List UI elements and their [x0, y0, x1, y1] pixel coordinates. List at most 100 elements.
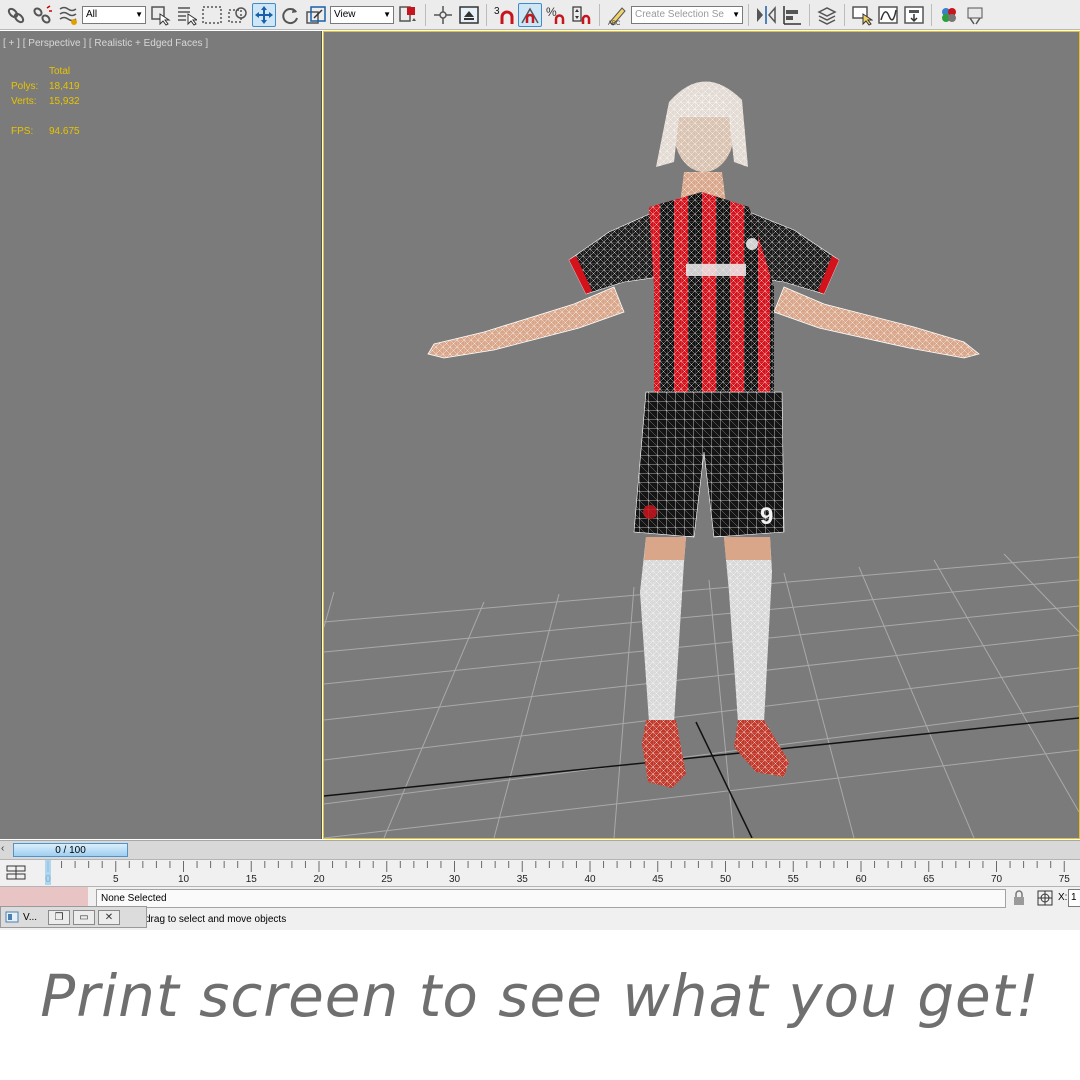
- minimized-window[interactable]: V... ❐ ▭ ✕: [0, 906, 147, 928]
- named-selection-set-placeholder: Create Selection Se: [635, 9, 724, 20]
- viewport-label[interactable]: [ + ] [ Perspective ] [ Realistic + Edge…: [3, 38, 208, 49]
- timeline-tick-label: 35: [517, 874, 529, 885]
- toolbar-separator: [748, 3, 749, 26]
- selection-filter-dropdown[interactable]: All ▼: [82, 5, 146, 24]
- time-slider[interactable]: ‹ 0 / 100: [0, 840, 1080, 859]
- manipulate-icon[interactable]: [431, 3, 455, 27]
- close-button[interactable]: ✕: [98, 909, 120, 925]
- time-slider-thumb[interactable]: 0 / 100: [13, 843, 128, 857]
- stats-verts-value: 15,932: [49, 96, 80, 107]
- timeline-tick-label: 5: [113, 874, 119, 885]
- select-object-icon[interactable]: [148, 3, 172, 27]
- left-viewport[interactable]: [ + ] [ Perspective ] [ Realistic + Edge…: [0, 31, 322, 839]
- reference-coordinate-dropdown[interactable]: View ▼: [330, 5, 394, 24]
- snaps-toggle-icon[interactable]: 3: [492, 3, 516, 27]
- stats-polys-value: 18,419: [49, 81, 80, 92]
- timeline-tick-label: 45: [652, 874, 664, 885]
- stats-polys-label: Polys:: [11, 81, 39, 92]
- pivot-center-icon[interactable]: [396, 3, 420, 27]
- svg-text:ABC: ABC: [608, 21, 621, 26]
- track-bar[interactable]: 051015202530354045505560657075: [0, 859, 1080, 886]
- timeline-tick-label: 15: [246, 874, 258, 885]
- select-by-name-icon[interactable]: [174, 3, 198, 27]
- stats-header-row: Total: [11, 66, 80, 81]
- material-editor-icon[interactable]: [937, 3, 961, 27]
- select-and-rotate-icon[interactable]: [278, 3, 302, 27]
- toolbar-separator: [599, 3, 600, 26]
- status-bar: None Selected drag to select and move ob…: [0, 886, 1080, 930]
- absolute-mode-transform-icon[interactable]: [1036, 889, 1054, 907]
- timeline-tick-label: 75: [1059, 874, 1071, 885]
- stats-total-header: Total: [49, 66, 71, 77]
- timeline-tick-label: 10: [178, 874, 190, 885]
- chevron-down-icon: ▼: [732, 10, 740, 19]
- timeline-tick-label: 20: [313, 874, 325, 885]
- stats-fps-value: 94.675: [49, 126, 80, 137]
- toolbar-separator: [931, 3, 932, 26]
- reference-coordinate-value: View: [334, 9, 356, 20]
- viewport-statistics: Total Polys: 18,419 Verts: 15,932 FPS: 9…: [11, 66, 80, 141]
- timeline-ruler[interactable]: 051015202530354045505560657075: [44, 860, 1080, 887]
- stats-polys-row: Polys: 18,419: [11, 81, 80, 96]
- stats-fps-row: FPS: 94.675: [11, 126, 80, 141]
- curve-editor-icon[interactable]: [876, 3, 900, 27]
- restore-button[interactable]: ❐: [48, 909, 70, 925]
- open-mini-curve-editor-icon[interactable]: [6, 864, 26, 882]
- selection-filter-value: All: [86, 9, 98, 20]
- previous-frame-icon[interactable]: ‹: [1, 843, 4, 854]
- spinner-snap-icon[interactable]: [570, 3, 594, 27]
- toolbar-separator: [844, 3, 845, 26]
- link-icon[interactable]: [4, 3, 28, 27]
- player-model[interactable]: 9: [427, 81, 980, 788]
- timeline-tick-label: 30: [449, 874, 461, 885]
- minimized-window-title: V...: [23, 911, 38, 923]
- timeline-tick-label: 50: [720, 874, 732, 885]
- x-coordinate-label: X:: [1058, 892, 1068, 903]
- render-setup-icon[interactable]: [963, 3, 987, 27]
- percent-snap-icon[interactable]: %: [544, 3, 568, 27]
- align-icon[interactable]: [780, 3, 804, 27]
- layer-manager-icon[interactable]: [815, 3, 839, 27]
- select-and-move-icon[interactable]: [252, 2, 276, 27]
- rectangular-selection-icon[interactable]: [200, 3, 224, 27]
- stats-fps-label: FPS:: [11, 126, 34, 137]
- keyboard-shortcut-override-icon[interactable]: [457, 3, 481, 27]
- shorts-number: 9: [760, 503, 773, 530]
- select-and-scale-icon[interactable]: [304, 3, 328, 27]
- timeline-tick-label: 40: [584, 874, 596, 885]
- world-axes: [324, 717, 1079, 838]
- bind-space-warp-icon[interactable]: [56, 3, 80, 27]
- viewport-scene: 9: [324, 81, 1079, 838]
- toolbar-separator: [486, 3, 487, 26]
- main-toolbar: All ▼ View ▼ 3 % ABC Create Selection Se…: [0, 0, 1080, 30]
- maximize-button[interactable]: ▭: [73, 909, 95, 925]
- jersey: [649, 192, 774, 407]
- lock-icon[interactable]: [1011, 890, 1027, 906]
- mirror-icon[interactable]: [754, 3, 778, 27]
- window-app-icon: [5, 911, 19, 923]
- timeline-tick-label: 60: [855, 874, 867, 885]
- timeline-tick-label: 25: [381, 874, 393, 885]
- unlink-icon[interactable]: [30, 3, 54, 27]
- selection-status: None Selected: [96, 889, 1006, 908]
- named-selection-set-dropdown[interactable]: Create Selection Se ▼: [631, 5, 743, 24]
- promo-caption: Print screen to see what you get!: [40, 962, 1040, 1030]
- timeline-tick-label: 65: [923, 874, 935, 885]
- timeline-tick-label: 70: [991, 874, 1003, 885]
- angle-snap-icon[interactable]: [518, 2, 542, 27]
- chevron-down-icon: ▼: [383, 10, 391, 19]
- snaps-toggle-label: 3: [494, 6, 500, 17]
- ground-grid: [324, 553, 1079, 838]
- stats-verts-label: Verts:: [11, 96, 37, 107]
- x-coordinate-field[interactable]: 1: [1068, 889, 1080, 907]
- stats-verts-row: Verts: 15,932: [11, 96, 80, 111]
- perspective-viewport[interactable]: 9: [323, 31, 1080, 839]
- schematic-view-icon[interactable]: [902, 3, 926, 27]
- timeline-tick-label: 55: [788, 874, 800, 885]
- scene-explorer-icon[interactable]: [850, 3, 874, 27]
- toolbar-separator: [809, 3, 810, 26]
- window-crossing-icon[interactable]: [226, 3, 250, 27]
- current-frame-marker[interactable]: [45, 860, 51, 885]
- edit-named-selection-icon[interactable]: ABC: [605, 3, 629, 27]
- prompt-line: drag to select and move objects: [145, 914, 287, 925]
